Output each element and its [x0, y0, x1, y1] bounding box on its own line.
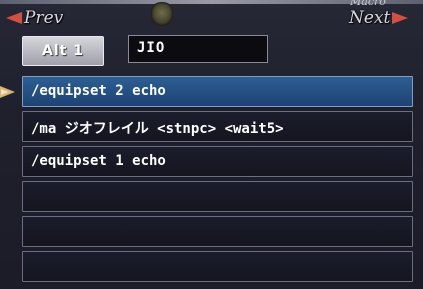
macro-name-field[interactable]: JIO: [128, 35, 268, 63]
arrow-left-icon: [6, 12, 22, 24]
macro-line-5[interactable]: [22, 216, 413, 247]
macro-line-2[interactable]: /ma ジオフレイル <stnpc> <wait5>: [22, 111, 413, 142]
cursor-pointer-icon: [0, 86, 15, 98]
prev-label: Prev: [24, 8, 64, 28]
macro-label: Macro: [350, 0, 386, 8]
crystal-ornament-icon: [151, 2, 173, 26]
next-button[interactable]: Next: [349, 8, 409, 28]
macro-line-6[interactable]: [22, 251, 413, 282]
macro-window: Macro Prev Next Alt 1 JIO /equipset 2 ec…: [0, 0, 423, 289]
arrow-right-icon: [392, 12, 409, 24]
next-label: Next: [349, 8, 391, 28]
macro-set-button[interactable]: Alt 1: [22, 36, 104, 66]
macro-line-1[interactable]: /equipset 2 echo: [22, 76, 413, 107]
macro-line-3[interactable]: /equipset 1 echo: [22, 146, 413, 177]
macro-line-4[interactable]: [22, 181, 413, 212]
prev-button[interactable]: Prev: [6, 8, 63, 28]
